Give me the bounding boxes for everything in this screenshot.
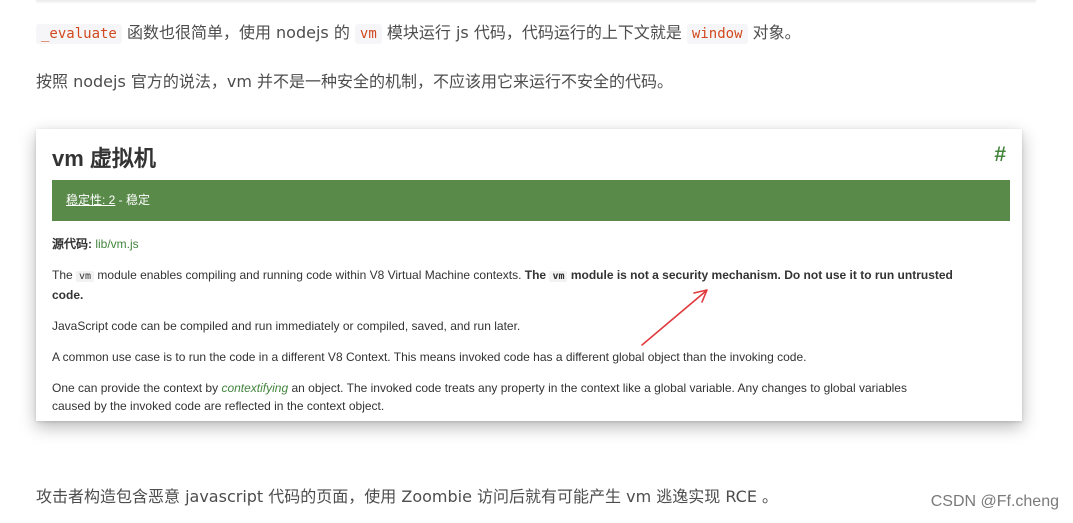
inline-code-window: window [686, 24, 748, 44]
doc-bold-text: The [524, 268, 550, 282]
csdn-watermark: CSDN @Ff.cheng [930, 493, 1059, 510]
doc-paragraph-1: The vm module enables compiling and runn… [52, 266, 953, 286]
doc-paragraph-4: One can provide the context by contextif… [52, 379, 907, 397]
anchor-hash-link[interactable]: # [994, 143, 1006, 167]
doc-text: an object. The invoked code treats any p… [288, 381, 907, 395]
doc-bold-text: code. [52, 288, 84, 302]
paragraph-attack: 攻击者构造包含恶意 javascript 代码的页面，使用 Zoombie 访问… [36, 487, 779, 506]
doc-paragraph-3: A common use case is to run the code in … [52, 350, 807, 364]
doc-bold-text: module is not a security mechanism. Do n… [567, 268, 953, 282]
paragraph-vm-unsafe: 按照 nodejs 官方的说法，vm 并不是一种安全的机制，不应该用它来运行不安… [36, 72, 674, 91]
embedded-doc-screenshot: vm 虚拟机 # 稳定性: 2 - 稳定 源代码: lib/vm.js The … [36, 129, 1022, 421]
top-divider [36, 0, 1036, 4]
contextifying-link[interactable]: contextifying [221, 381, 288, 395]
doc-paragraph-1-cont: code. [52, 286, 83, 304]
doc-text: module enables compiling and running cod… [94, 268, 525, 282]
paragraph-evaluate: _evaluate 函数也很简单，使用 nodejs 的 vm 模块运行 js … [36, 20, 801, 47]
red-arrow-annotation [641, 289, 708, 346]
doc-paragraph-2: JavaScript code can be compiled and run … [52, 319, 521, 333]
paragraph-text: 函数也很简单，使用 nodejs 的 [121, 23, 355, 42]
source-link[interactable]: lib/vm.js [95, 237, 138, 251]
doc-text: The [52, 268, 77, 282]
doc-text: One can provide the context by [52, 381, 222, 395]
source-code-line: 源代码: lib/vm.js [52, 235, 139, 253]
doc-inline-code: vm [76, 271, 95, 282]
stability-text: 稳定 [126, 193, 151, 207]
source-label: 源代码: [52, 237, 96, 251]
doc-paragraph-4-cont: caused by the invoked code are reflected… [52, 399, 385, 413]
stability-link[interactable]: 稳定性: 2 [66, 193, 115, 207]
doc-inline-code: vm [549, 271, 568, 282]
paragraph-text: 对象。 [747, 23, 801, 42]
stability-banner: 稳定性: 2 - 稳定 [52, 180, 1010, 221]
doc-title: vm 虚拟机 [52, 146, 156, 171]
inline-code-evaluate: _evaluate [36, 24, 122, 44]
stability-separator: - [115, 193, 127, 207]
inline-code-vm: vm [354, 24, 382, 44]
paragraph-text: 模块运行 js 代码，代码运行的上下文就是 [381, 23, 687, 42]
